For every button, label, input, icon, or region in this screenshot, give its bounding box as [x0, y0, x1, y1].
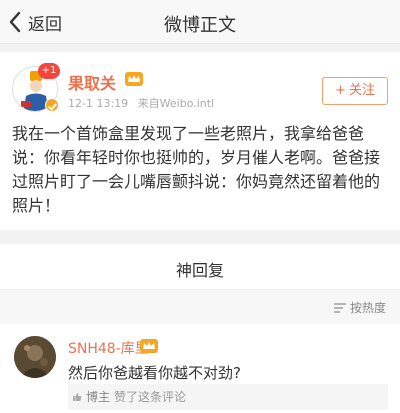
sort-icon — [333, 302, 346, 313]
replies-title: 神回复 — [175, 261, 224, 280]
follow-button[interactable]: + 关注 — [322, 77, 388, 105]
sort-bar: 按热度 — [0, 290, 400, 324]
comment-text: 然后你爸越看你越不对劲? — [68, 364, 241, 382]
commenter-username[interactable]: SNH48-库里 — [68, 338, 149, 358]
vip-crown-icon — [140, 339, 158, 353]
notification-badge: +1 — [38, 63, 60, 79]
post-username[interactable]: 果取关 — [68, 70, 116, 94]
commenter-avatar-image — [14, 336, 56, 378]
like-icon — [73, 393, 82, 401]
follow-label: 关注 — [348, 83, 375, 98]
plus-icon: + — [335, 83, 346, 98]
sort-label: 按热度 — [349, 301, 386, 315]
navbar: 返回 微博正文 — [0, 0, 400, 44]
page-title: 微博正文 — [164, 15, 236, 36]
post-meta: 12-1 13:19 来自Weibo.intl — [68, 95, 214, 111]
commenter-avatar[interactable] — [14, 336, 56, 378]
sort-button[interactable]: 按热度 — [333, 299, 386, 316]
replies-header: 神回复 — [0, 244, 400, 290]
vip-crown-icon — [125, 72, 143, 86]
post-source: 来自Weibo.intl — [137, 97, 215, 110]
blogger-liked-note: 博主 赞了这条评论 — [68, 384, 388, 410]
verified-badge-icon — [45, 98, 59, 112]
blogger-label: 博主 — [86, 390, 111, 404]
post-text: 我在一个首饰盒里发现了一些老照片，我拿给爸爸说：你看年轻时你也挺帅的，岁月催人老… — [12, 124, 381, 215]
post-time: 12-1 13:19 — [68, 97, 129, 110]
post-card: +1 果取关 12-1 13:19 来自Weibo.intl + 关注 我在一个首… — [0, 52, 400, 230]
comment-item[interactable]: SNH48-库里 然后你爸越看你越不对劲? 博主 赞了这条评论 — [0, 324, 400, 413]
liked-label: 赞了这条评论 — [114, 390, 187, 404]
